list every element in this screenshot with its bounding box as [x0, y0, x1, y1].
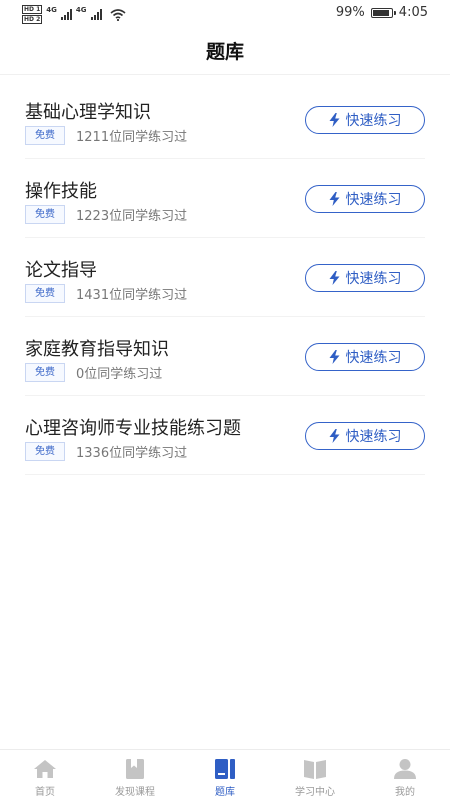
quiz-title[interactable]: 基础心理学知识 — [25, 98, 151, 124]
free-badge: 免费 — [25, 126, 65, 145]
practice-count: 1223位同学练习过 — [76, 209, 188, 224]
lightning-icon — [329, 192, 339, 206]
signal1-icon — [60, 9, 72, 20]
practice-count: 0位同学练习过 — [76, 367, 163, 382]
quiz-item[interactable]: 操作技能 免费 1223位同学练习过 快速练习 — [25, 159, 425, 238]
tab-learning-center-label: 学习中心 — [295, 787, 335, 798]
tab-home[interactable]: 首页 — [0, 750, 90, 800]
lightning-icon — [329, 350, 339, 364]
status-left: HD 1 HD 2 4G 4G — [22, 5, 126, 24]
free-badge: 免费 — [25, 284, 65, 303]
tab-discover-courses[interactable]: 发现课程 — [90, 750, 180, 800]
quiz-item[interactable]: 心理咨询师专业技能练习题 免费 1336位同学练习过 快速练习 — [25, 396, 425, 475]
free-badge: 免费 — [25, 442, 65, 461]
free-badge: 免费 — [25, 363, 65, 382]
battery-percent: 99% — [335, 5, 365, 20]
free-badge: 免费 — [25, 205, 65, 224]
tab-question-bank-label: 题库 — [215, 787, 235, 798]
quiz-title[interactable]: 论文指导 — [25, 256, 97, 282]
lightning-icon — [329, 429, 339, 443]
lightning-icon — [329, 113, 339, 127]
tab-question-bank[interactable]: 题库 — [180, 750, 270, 800]
tab-profile[interactable]: 我的 — [360, 750, 450, 800]
quiz-meta: 免费 1431位同学练习过 — [25, 284, 187, 303]
user-icon — [394, 759, 416, 779]
quiz-item[interactable]: 家庭教育指导知识 免费 0位同学练习过 快速练习 — [25, 317, 425, 396]
clock: 4:05 — [398, 5, 428, 20]
quick-practice-button[interactable]: 快速练习 — [305, 264, 425, 292]
quiz-list: 基础心理学知识 免费 1211位同学练习过 快速练习 操作技能 免费 1223位… — [25, 80, 425, 475]
wifi-icon — [109, 8, 126, 21]
quick-practice-label: 快速练习 — [345, 192, 402, 208]
question-bank-icon — [215, 759, 235, 779]
sim-indicators: HD 1 HD 2 — [22, 5, 43, 24]
page-title: 题库 — [205, 41, 244, 63]
quiz-item[interactable]: 基础心理学知识 免费 1211位同学练习过 快速练习 — [25, 80, 425, 159]
practice-count: 1211位同学练习过 — [76, 130, 188, 145]
quiz-title[interactable]: 操作技能 — [25, 177, 97, 203]
quiz-meta: 免费 1336位同学练习过 — [25, 442, 187, 461]
quick-practice-button[interactable]: 快速练习 — [305, 343, 425, 371]
quick-practice-button[interactable]: 快速练习 — [305, 185, 425, 213]
quiz-item[interactable]: 论文指导 免费 1431位同学练习过 快速练习 — [25, 238, 425, 317]
tab-discover-courses-label: 发现课程 — [115, 787, 155, 798]
tab-home-label: 首页 — [35, 787, 55, 798]
home-icon — [34, 760, 56, 778]
sim2-badge: HD 2 — [22, 15, 43, 24]
practice-count: 1431位同学练习过 — [76, 288, 188, 303]
practice-count: 1336位同学练习过 — [76, 446, 188, 461]
battery-icon — [370, 7, 396, 18]
bottom-tab-bar: 首页 发现课程 题库 学习中心 我的 — [0, 749, 450, 800]
quiz-title[interactable]: 家庭教育指导知识 — [25, 335, 169, 361]
quick-practice-label: 快速练习 — [345, 350, 402, 366]
signal2-icon — [90, 9, 102, 20]
tab-profile-label: 我的 — [395, 787, 415, 798]
lightning-icon — [329, 271, 339, 285]
quiz-meta: 免费 0位同学练习过 — [25, 363, 162, 382]
quick-practice-button[interactable]: 快速练习 — [305, 106, 425, 134]
network1-label: 4G — [46, 5, 57, 14]
status-right: 99% 4:05 — [336, 5, 428, 20]
title-bar: 题库 — [0, 28, 450, 75]
quiz-title[interactable]: 心理咨询师专业技能练习题 — [25, 414, 241, 440]
quick-practice-button[interactable]: 快速练习 — [305, 422, 425, 450]
quiz-meta: 免费 1211位同学练习过 — [25, 126, 187, 145]
status-bar: HD 1 HD 2 4G 4G 99% 4:05 — [0, 0, 450, 28]
quick-practice-label: 快速练习 — [345, 271, 402, 287]
quick-practice-label: 快速练习 — [345, 113, 402, 129]
quiz-meta: 免费 1223位同学练习过 — [25, 205, 187, 224]
battery-fill — [372, 9, 389, 16]
quick-practice-label: 快速练习 — [345, 429, 402, 445]
network2-label: 4G — [75, 5, 87, 14]
open-book-icon — [304, 760, 326, 779]
sim1-badge: HD 1 — [22, 5, 43, 14]
tab-learning-center[interactable]: 学习中心 — [270, 750, 360, 800]
bookmark-icon — [126, 759, 144, 779]
